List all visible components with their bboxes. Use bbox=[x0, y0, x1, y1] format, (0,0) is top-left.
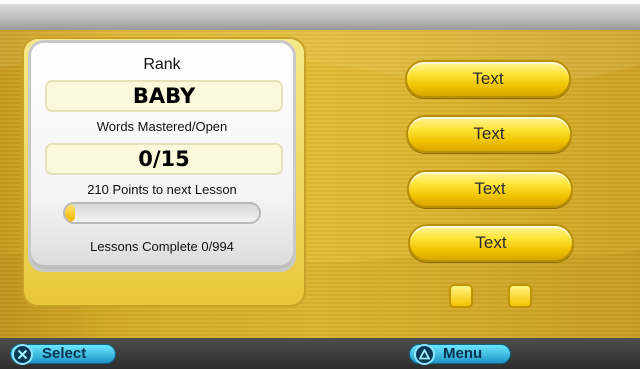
menu-option-2-button[interactable]: Text bbox=[406, 115, 572, 153]
menu-control-hint[interactable]: Menu bbox=[409, 344, 511, 365]
menu-option-3-button[interactable]: Text bbox=[407, 170, 573, 208]
triangle-button-icon bbox=[414, 344, 435, 365]
menu-label: Menu bbox=[443, 345, 483, 362]
lesson-progress-bar bbox=[63, 202, 261, 224]
points-to-next-lesson: 210 Points to next Lesson bbox=[87, 182, 237, 197]
words-mastered-label: Words Mastered/Open bbox=[96, 119, 228, 134]
menu-option-4-button[interactable]: Text bbox=[408, 224, 574, 262]
lesson-progress-fill bbox=[65, 204, 75, 222]
page-indicator-next[interactable] bbox=[508, 284, 532, 308]
page-indicator-previous[interactable] bbox=[449, 284, 473, 308]
controller-hint-bar: Select Menu bbox=[0, 338, 640, 369]
menu-option-1-button[interactable]: Text bbox=[405, 60, 571, 98]
select-control-hint[interactable]: Select bbox=[10, 344, 116, 365]
select-label: Select bbox=[42, 345, 87, 362]
lessons-complete-label: Lessons Complete 0/994 bbox=[90, 239, 234, 254]
words-mastered-value: 0/15 bbox=[45, 143, 283, 175]
rank-value: BABY bbox=[45, 80, 283, 112]
rank-label: Rank bbox=[143, 56, 181, 73]
cross-button-icon bbox=[12, 344, 33, 365]
